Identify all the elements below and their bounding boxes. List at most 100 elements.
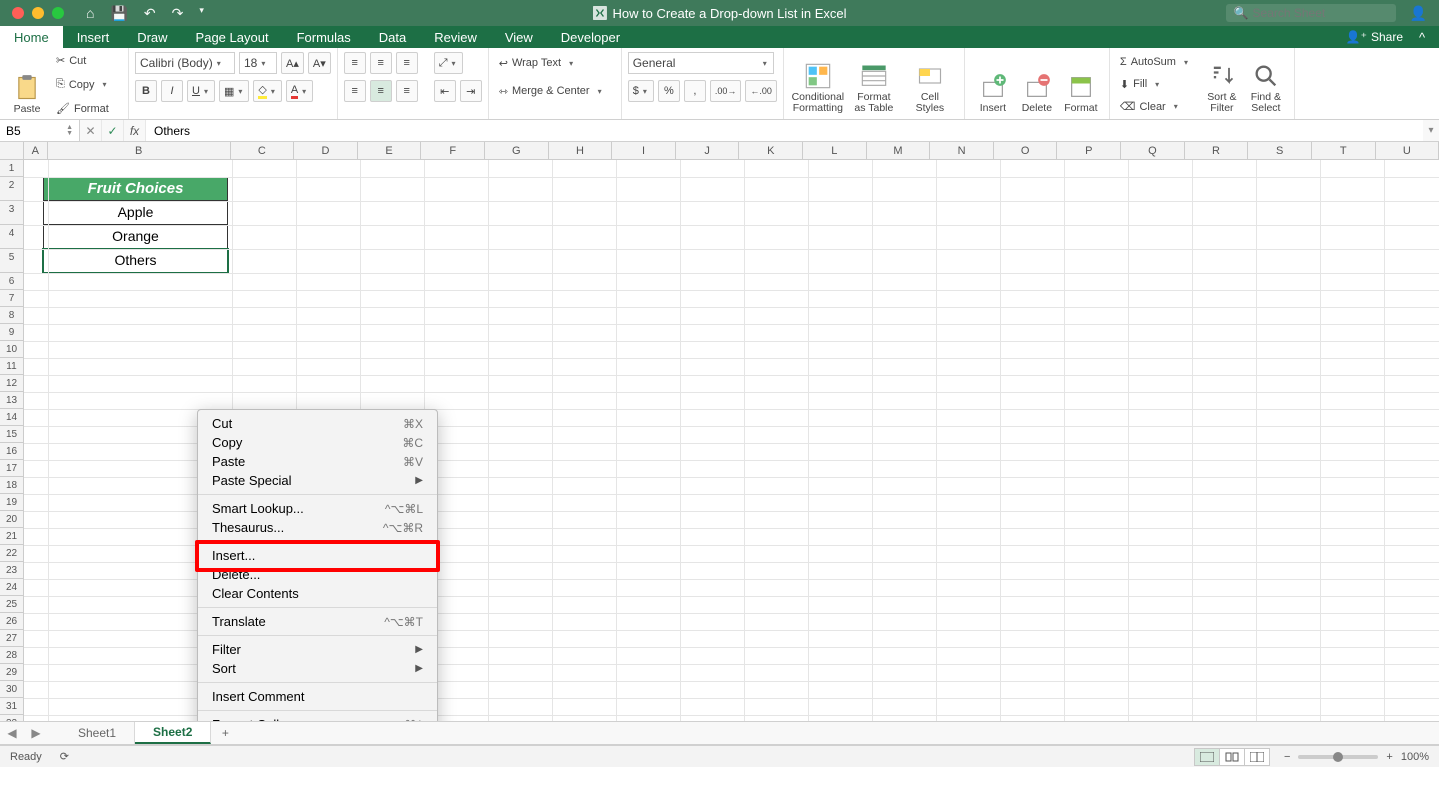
macro-record-icon[interactable]: ⟳ (60, 750, 69, 763)
context-menu-item[interactable]: Smart Lookup...^⌥⌘L (198, 499, 437, 518)
zoom-slider[interactable] (1298, 755, 1378, 759)
format-cells-button[interactable]: Format (1059, 52, 1103, 116)
row-header[interactable]: 14 (0, 409, 24, 426)
name-box-spinner-icon[interactable]: ▲▼ (66, 125, 73, 137)
formula-input[interactable]: Others (146, 120, 1423, 141)
row-header[interactable]: 23 (0, 562, 24, 579)
row-header[interactable]: 25 (0, 596, 24, 613)
col-header[interactable]: E (358, 142, 422, 160)
copy-button[interactable]: ⎘Copy▾ (52, 74, 122, 96)
name-box[interactable]: B5 ▲▼ (0, 120, 80, 141)
minimize-window-icon[interactable] (32, 7, 44, 19)
context-menu-item[interactable]: Paste⌘V (198, 452, 437, 471)
qat-dropdown-icon[interactable]: ▾ (199, 5, 204, 22)
row-header[interactable]: 4 (0, 225, 24, 249)
align-middle-button[interactable]: ≡ (370, 52, 392, 74)
col-header[interactable]: U (1376, 142, 1439, 160)
row-header[interactable]: 20 (0, 511, 24, 528)
spreadsheet-grid[interactable]: A B C D E F G H I J K L M N O P Q R S T … (0, 142, 1439, 721)
col-header[interactable]: P (1057, 142, 1121, 160)
search-sheet[interactable]: 🔍 (1226, 4, 1396, 22)
row-header[interactable]: 9 (0, 324, 24, 341)
col-header[interactable]: I (612, 142, 676, 160)
col-header[interactable]: T (1312, 142, 1376, 160)
tab-developer[interactable]: Developer (547, 26, 634, 48)
tab-review[interactable]: Review (420, 26, 491, 48)
col-header[interactable]: M (867, 142, 931, 160)
bold-button[interactable]: B (135, 80, 157, 102)
col-header[interactable]: L (803, 142, 867, 160)
context-menu-item[interactable]: Cut⌘X (198, 414, 437, 433)
clear-button[interactable]: ⌫Clear▾ (1116, 97, 1200, 117)
cancel-formula-button[interactable]: ✕ (80, 120, 102, 141)
delete-cells-button[interactable]: Delete (1015, 52, 1059, 116)
row-header[interactable]: 10 (0, 341, 24, 358)
autosum-button[interactable]: ΣAutoSum▾ (1116, 52, 1200, 72)
zoom-thumb[interactable] (1333, 752, 1343, 762)
page-break-view-button[interactable] (1244, 748, 1270, 766)
number-format-select[interactable]: General▾ (628, 52, 774, 74)
context-menu-item[interactable]: Filter▶ (198, 640, 437, 659)
col-header[interactable]: A (24, 142, 48, 160)
row-header[interactable]: 19 (0, 494, 24, 511)
align-top-button[interactable]: ≡ (344, 52, 366, 74)
row-header[interactable]: 26 (0, 613, 24, 630)
row-header[interactable]: 13 (0, 392, 24, 409)
align-center-button[interactable]: ≡ (370, 80, 392, 102)
currency-button[interactable]: $▾ (628, 80, 654, 102)
row-header[interactable]: 21 (0, 528, 24, 545)
search-input[interactable] (1253, 6, 1388, 20)
increase-decimal-button[interactable]: .00→ (710, 80, 742, 102)
insert-cells-button[interactable]: Insert (971, 52, 1015, 116)
underline-button[interactable]: U▾ (187, 80, 215, 102)
cell-styles-button[interactable]: Cell Styles (902, 52, 958, 116)
maximize-window-icon[interactable] (52, 7, 64, 19)
row-header[interactable]: 24 (0, 579, 24, 596)
increase-font-button[interactable]: A▴ (281, 52, 304, 74)
context-menu-item[interactable]: Copy⌘C (198, 433, 437, 452)
row-header[interactable]: 32 (0, 715, 24, 721)
zoom-out-button[interactable]: − (1284, 751, 1290, 763)
tab-home[interactable]: Home (0, 26, 63, 48)
fill-button[interactable]: ⬇Fill▾ (1116, 74, 1200, 94)
row-header[interactable]: 31 (0, 698, 24, 715)
add-sheet-button[interactable]: + (211, 726, 239, 740)
font-size-select[interactable]: 18▾ (239, 52, 277, 74)
format-painter-button[interactable]: 🖌Format (52, 98, 122, 120)
col-header[interactable]: J (676, 142, 740, 160)
context-menu-item[interactable]: Clear Contents (198, 584, 437, 603)
context-menu-item[interactable]: Delete... (198, 565, 437, 584)
col-header[interactable]: R (1185, 142, 1249, 160)
tab-page-layout[interactable]: Page Layout (182, 26, 283, 48)
col-header[interactable]: Q (1121, 142, 1185, 160)
col-header[interactable]: F (421, 142, 485, 160)
row-header[interactable]: 1 (0, 160, 24, 177)
tab-data[interactable]: Data (365, 26, 420, 48)
cut-button[interactable]: ✂Cut (52, 50, 122, 72)
row-header[interactable]: 5 (0, 249, 24, 273)
increase-indent-button[interactable]: ⇥ (460, 80, 482, 102)
sort-filter-button[interactable]: Sort & Filter (1200, 52, 1244, 116)
normal-view-button[interactable] (1194, 748, 1220, 766)
select-all-corner[interactable] (0, 142, 24, 160)
row-header[interactable]: 15 (0, 426, 24, 443)
italic-button[interactable]: I (161, 80, 183, 102)
tab-formulas[interactable]: Formulas (283, 26, 365, 48)
redo-icon[interactable]: ↷ (172, 5, 184, 22)
context-menu-item[interactable]: Translate^⌥⌘T (198, 612, 437, 631)
row-header[interactable]: 27 (0, 630, 24, 647)
sheet-nav-next[interactable]: ▶ (24, 726, 48, 740)
paste-button[interactable]: Paste (6, 53, 48, 117)
col-header[interactable]: D (294, 142, 358, 160)
row-header[interactable]: 17 (0, 460, 24, 477)
format-as-table-button[interactable]: Format as Table (846, 52, 902, 116)
context-menu-item[interactable]: Paste Special▶ (198, 471, 437, 490)
col-header[interactable]: B (48, 142, 231, 160)
percent-button[interactable]: % (658, 80, 680, 102)
undo-icon[interactable]: ↶ (144, 5, 156, 22)
border-button[interactable]: ▦▾ (219, 80, 249, 102)
context-menu-item[interactable]: Format Cells...⌘1 (198, 715, 437, 721)
user-icon[interactable]: 👤 (1410, 5, 1427, 22)
row-header[interactable]: 8 (0, 307, 24, 324)
row-header[interactable]: 18 (0, 477, 24, 494)
